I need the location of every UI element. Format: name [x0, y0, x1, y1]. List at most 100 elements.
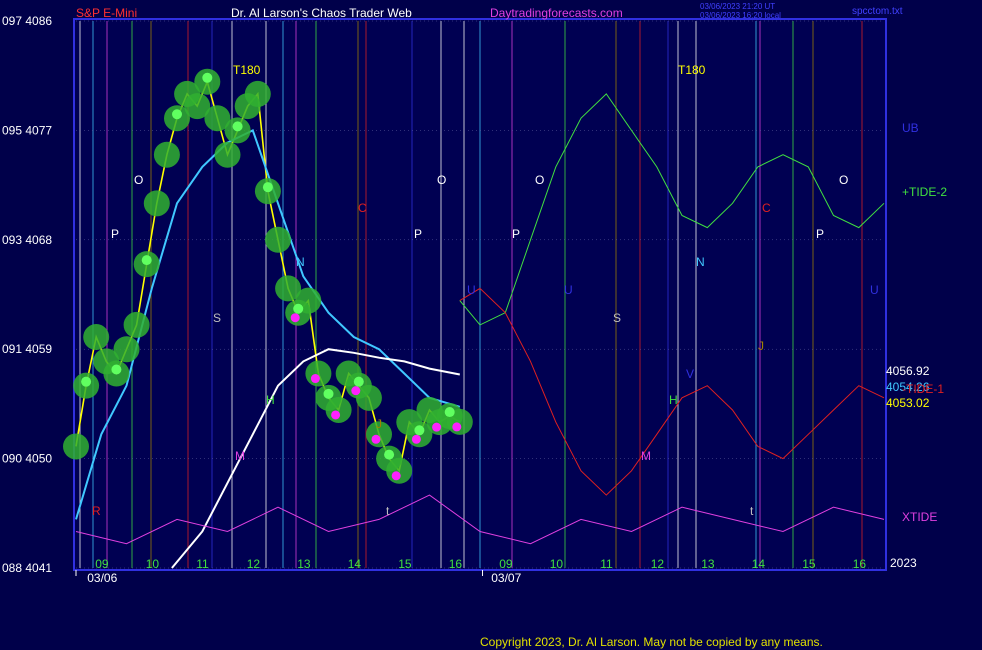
event-marker: P [816, 227, 824, 241]
price-dot [323, 388, 334, 399]
event-marker: P [414, 227, 422, 241]
price-dot [81, 376, 92, 387]
event-marker: R [92, 504, 101, 518]
timestamp-local: 03/06/2023 16:20 local [700, 11, 781, 20]
x-tick-label: 16 [449, 557, 463, 571]
event-marker: O [437, 173, 446, 187]
price-band-dot [305, 360, 332, 387]
chart-canvas: 097 4086 095 4077 093 4068 091 4059 090 4050… [0, 0, 982, 650]
event-marker: N [296, 255, 305, 269]
event-marker: U [564, 283, 573, 297]
date-label: 03/07 [491, 571, 521, 585]
price-band-dot [63, 433, 89, 460]
event-marker: N [696, 255, 705, 269]
event-marker: O [134, 173, 143, 187]
event-marker: P [512, 227, 520, 241]
price-dot-magenta [331, 410, 341, 420]
price-dot-magenta [411, 434, 421, 444]
price-dot [111, 364, 122, 375]
price-dot-magenta [371, 434, 381, 444]
legend-label: XTIDE [902, 510, 937, 524]
price-dot [262, 182, 273, 193]
x-tick-label: 14 [752, 557, 766, 571]
event-marker: O [535, 173, 544, 187]
timestamp-ut: 03/06/2023 21:20 UT [700, 2, 775, 11]
event-marker: T180 [678, 63, 706, 77]
price-dot [232, 121, 243, 132]
site-link[interactable]: Daytradingforecasts.com [490, 6, 623, 20]
event-marker: H [669, 393, 678, 407]
price-dot [414, 425, 425, 436]
price-dot-magenta [290, 313, 300, 323]
price-band-dot [83, 324, 110, 351]
legend-label: UB [902, 121, 919, 135]
chart-title-center: Dr. Al Larson's Chaos Trader Web [231, 6, 412, 20]
price-dot [141, 255, 152, 266]
event-marker: S [213, 311, 221, 325]
event-marker: O [839, 173, 848, 187]
x-tick-label: 10 [550, 557, 564, 571]
copyright-text: Copyright 2023, Dr. Al Larson. May not b… [480, 635, 823, 649]
date-label: 03/06 [87, 571, 117, 585]
event-marker: H [266, 393, 275, 407]
price-dot [444, 407, 455, 418]
x-tick-label: 13 [701, 557, 715, 571]
price-dot-magenta [452, 422, 462, 432]
price-dot [172, 109, 182, 120]
x-tick-label: 16 [853, 557, 867, 571]
price-band-dot [123, 311, 150, 338]
event-marker: C [762, 201, 771, 215]
x-tick-label: 14 [348, 557, 362, 571]
event-marker: M [641, 449, 651, 463]
price-dot-magenta [310, 374, 320, 384]
price-dot-magenta [432, 422, 442, 432]
event-marker: P [111, 227, 119, 241]
x-tick-label: 13 [297, 557, 311, 571]
x-tick-label: 15 [398, 557, 412, 571]
legend-label: -TIDE-1 [902, 382, 944, 396]
price-label: 4056.92 [886, 364, 930, 378]
price-band-dot [143, 190, 170, 217]
x-tick-label: 09 [499, 557, 513, 571]
event-marker: U [467, 283, 476, 297]
price-band-dot [265, 226, 291, 253]
x-tick-label: 10 [146, 557, 160, 571]
x-tick-label: 12 [247, 557, 261, 571]
event-marker: T180 [233, 63, 261, 77]
x-tick-label: 11 [600, 557, 613, 571]
x-tick-label: 11 [196, 557, 209, 571]
legend-label: +TIDE-2 [902, 185, 947, 199]
price-label: 4053.02 [886, 396, 930, 410]
price-band-dot [325, 396, 352, 423]
event-marker: C [358, 201, 367, 215]
y-tick-label: 088 4041 [2, 561, 52, 575]
price-band-dot [153, 141, 180, 168]
price-dot-magenta [391, 471, 401, 481]
price-dot [293, 303, 304, 314]
event-marker: U [870, 283, 879, 297]
x-tick-label: 09 [95, 557, 109, 571]
event-marker: M [235, 449, 245, 463]
file-label: spcctom.txt [852, 6, 903, 17]
y-tick-label: 091 4059 [2, 342, 52, 356]
y-tick-label: 097 4086 [2, 14, 52, 28]
chart-title-left: S&P E-Mini [76, 6, 137, 20]
price-dot [384, 449, 395, 460]
y-tick-label: 093 4068 [2, 233, 52, 247]
x-tick-label: 12 [651, 557, 665, 571]
price-band-dot [214, 141, 241, 168]
event-marker: V [686, 367, 694, 381]
event-marker: J [376, 417, 382, 431]
event-marker: J [758, 339, 764, 353]
price-band-dot [386, 457, 413, 484]
price-dot [353, 376, 364, 387]
event-marker: S [613, 311, 621, 325]
y-tick-label: 095 4077 [2, 123, 52, 137]
price-band-dot [113, 336, 140, 363]
price-dot [202, 72, 213, 83]
y-tick-label: 090 4050 [2, 452, 52, 466]
price-band-dot [244, 80, 271, 107]
year-label: 2023 [890, 556, 917, 570]
price-dot-magenta [351, 386, 361, 396]
x-tick-label: 15 [802, 557, 816, 571]
